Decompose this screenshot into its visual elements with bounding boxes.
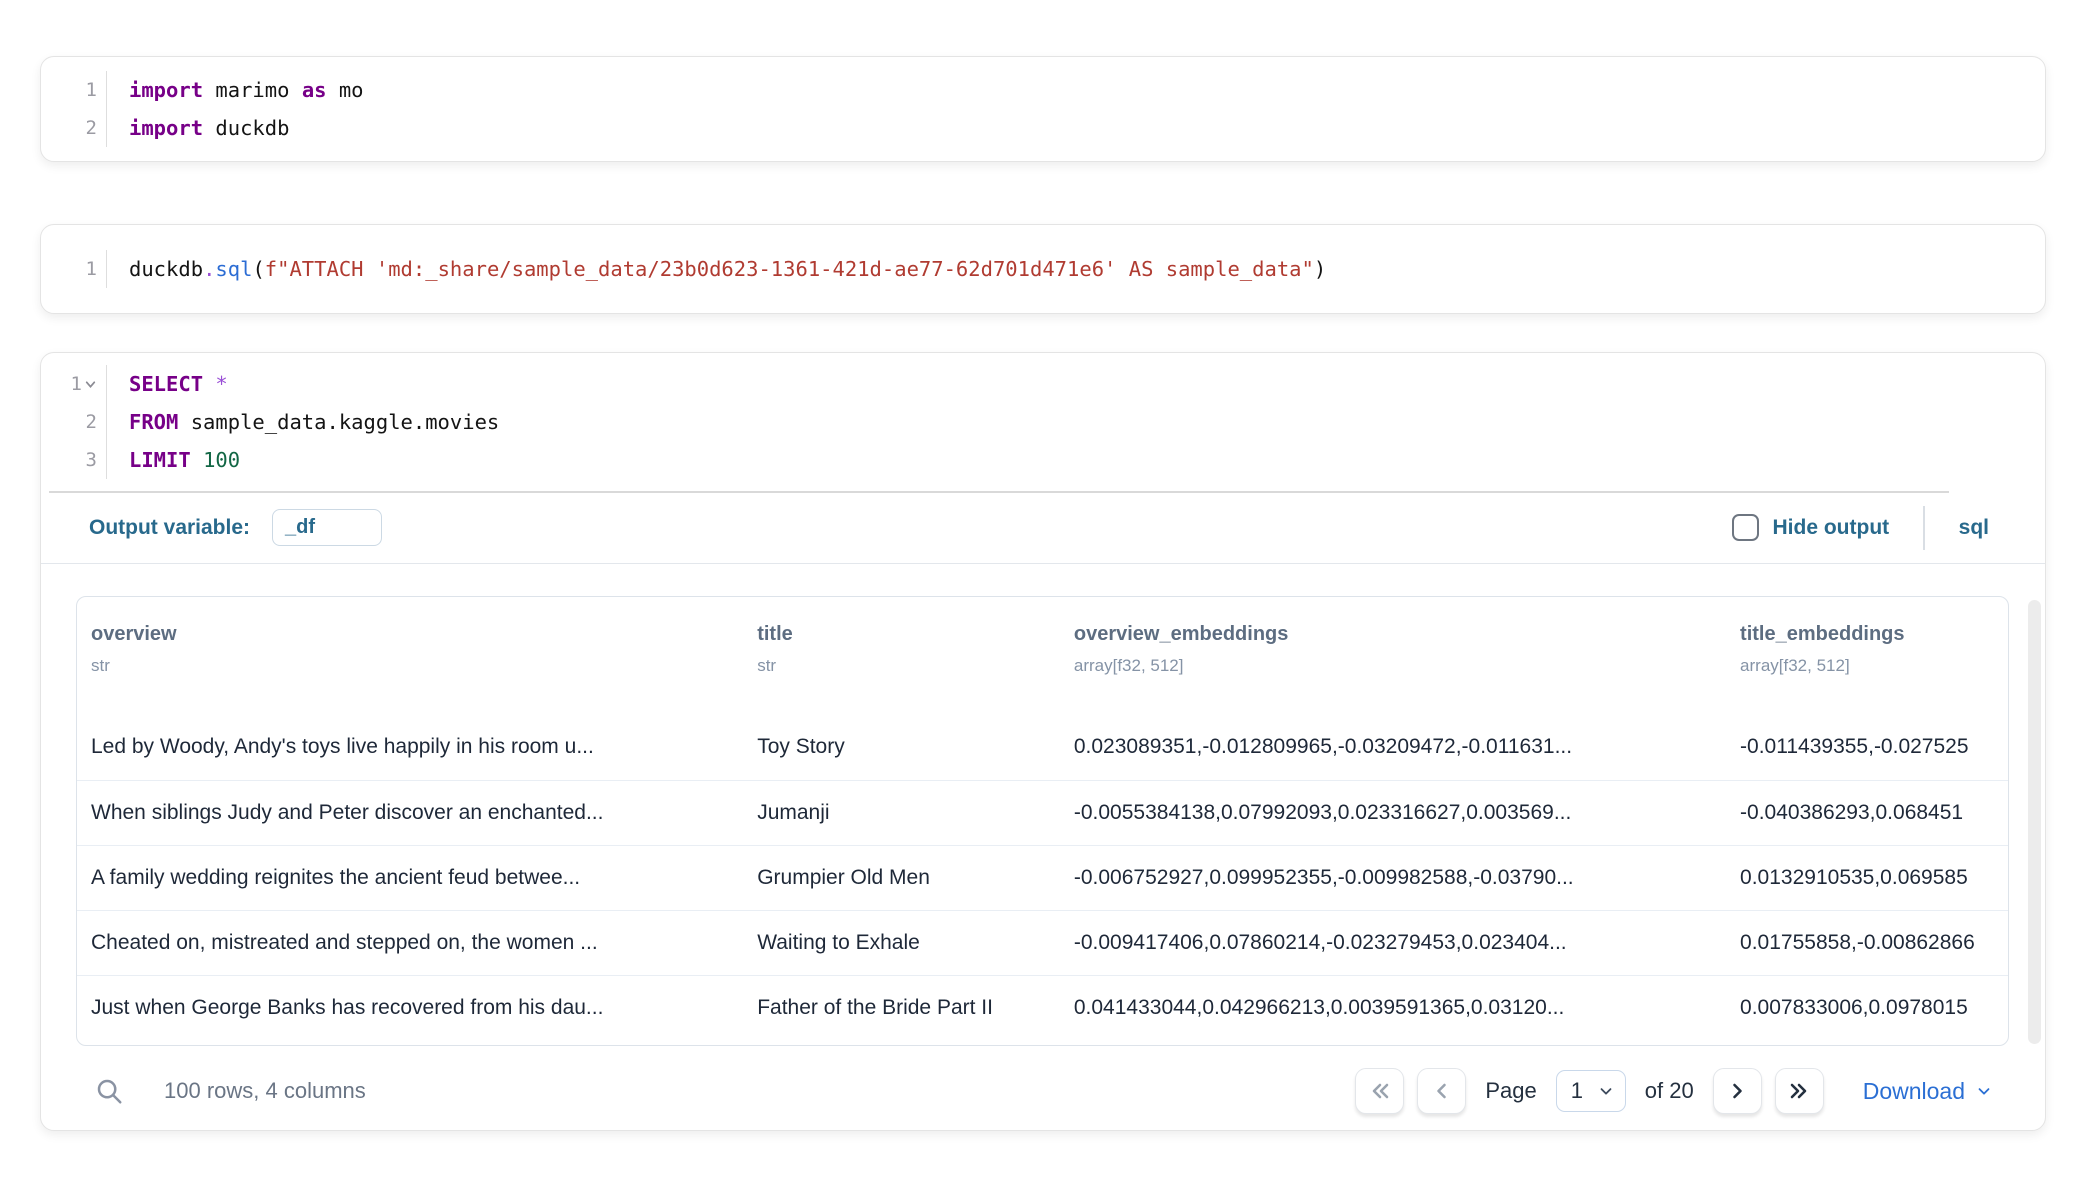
code-editor[interactable]: 1import marimo as mo2import duckdb bbox=[41, 57, 2045, 161]
table-cell: A family wedding reignites the ancient f… bbox=[77, 845, 743, 910]
table-header-row: overview str title str overview_embeddingsar… bbox=[77, 597, 2008, 715]
line-number: 1 bbox=[41, 250, 107, 288]
column-type: str bbox=[757, 656, 1054, 676]
code-line[interactable]: 1duckdb.sql(f"ATTACH 'md:_share/sample_d… bbox=[41, 250, 2045, 288]
chevron-down-icon bbox=[1975, 1082, 1993, 1100]
code-line[interactable]: 1import marimo as mo bbox=[41, 71, 2045, 109]
table-cell: Grumpier Old Men bbox=[743, 845, 1060, 910]
column-type: array[f32, 512] bbox=[1740, 656, 2002, 676]
search-icon[interactable] bbox=[92, 1074, 126, 1108]
dataframe-table: overview str title str overview_embeddingsar… bbox=[76, 596, 2009, 1046]
code-line[interactable]: 1SELECT * bbox=[41, 365, 2045, 403]
pagination: Page 1 of 20 bbox=[1355, 1068, 1993, 1114]
notebook: 1import marimo as mo2import duckdb 1duck… bbox=[0, 0, 2086, 1131]
code-cell-imports: 1import marimo as mo2import duckdb bbox=[40, 56, 2046, 162]
table-cell: -0.040386293,0.068451 bbox=[1726, 780, 2008, 845]
code-line[interactable]: 2FROM sample_data.kaggle.movies bbox=[41, 403, 2045, 441]
table-cell: 0.023089351,-0.012809965,-0.03209472,-0.… bbox=[1060, 715, 1726, 780]
cell-output: overview str title str overview_embeddingsar… bbox=[41, 564, 2045, 1130]
output-variable-label: Output variable: bbox=[89, 516, 250, 540]
table-row[interactable]: Cheated on, mistreated and stepped on, t… bbox=[77, 910, 2008, 975]
table-cell: 0.041433044,0.042966213,0.0039591365,0.0… bbox=[1060, 975, 1726, 1040]
hide-output-label[interactable]: Hide output bbox=[1773, 516, 1890, 540]
chevron-down-icon bbox=[1597, 1082, 1615, 1100]
output-variable-input[interactable]: _df bbox=[272, 509, 382, 546]
line-number: 2 bbox=[41, 109, 107, 147]
table-cell: -0.006752927,0.099952355,-0.009982588,-0… bbox=[1060, 845, 1726, 910]
download-button[interactable]: Download bbox=[1863, 1078, 1993, 1105]
vertical-scrollbar[interactable] bbox=[2028, 600, 2041, 1044]
line-number: 1 bbox=[41, 71, 107, 109]
code-text: import marimo as mo bbox=[107, 78, 364, 102]
column-header-title[interactable]: title str bbox=[743, 597, 1060, 715]
table-cell: 0.007833006,0.0978015 bbox=[1726, 975, 2008, 1040]
column-name: title_embeddings bbox=[1740, 623, 2002, 646]
line-number: 2 bbox=[41, 403, 107, 441]
page-select[interactable]: 1 bbox=[1556, 1070, 1626, 1112]
code-text: LIMIT 100 bbox=[107, 448, 240, 472]
page-select-value: 1 bbox=[1571, 1078, 1583, 1104]
code-text: FROM sample_data.kaggle.movies bbox=[107, 410, 499, 434]
code-editor[interactable]: 1SELECT *2FROM sample_data.kaggle.movies… bbox=[41, 353, 2045, 491]
table-body: Led by Woody, Andy's toys live happily i… bbox=[77, 715, 2008, 1040]
sql-language-button[interactable]: sql bbox=[1959, 516, 1989, 540]
last-page-button[interactable] bbox=[1775, 1068, 1824, 1114]
table-cell: Led by Woody, Andy's toys live happily i… bbox=[77, 715, 743, 780]
code-cell-attach: 1duckdb.sql(f"ATTACH 'md:_share/sample_d… bbox=[40, 224, 2046, 314]
table-cell: 0.0132910535,0.069585 bbox=[1726, 845, 2008, 910]
line-number: 1 bbox=[41, 365, 107, 403]
output-variable-bar: Output variable: _df Hide output sql bbox=[41, 493, 2045, 563]
table-footer: 100 rows, 4 columns Page bbox=[76, 1052, 2045, 1130]
page-label: Page bbox=[1485, 1078, 1536, 1104]
table-cell: Toy Story bbox=[743, 715, 1060, 780]
table-cell: Cheated on, mistreated and stepped on, t… bbox=[77, 910, 743, 975]
code-line[interactable]: 3LIMIT 100 bbox=[41, 441, 2045, 479]
code-text: SELECT * bbox=[107, 372, 228, 396]
table-cell: -0.009417406,0.07860214,-0.023279453,0.0… bbox=[1060, 910, 1726, 975]
table-cell: Jumanji bbox=[743, 780, 1060, 845]
table-cell: -0.011439355,-0.027525 bbox=[1726, 715, 2008, 780]
download-label: Download bbox=[1863, 1078, 1965, 1105]
row-count-status: 100 rows, 4 columns bbox=[164, 1078, 366, 1104]
sql-cell: 1SELECT *2FROM sample_data.kaggle.movies… bbox=[40, 352, 2046, 1131]
table-cell: Father of the Bride Part II bbox=[743, 975, 1060, 1040]
table-row[interactable]: Just when George Banks has recovered fro… bbox=[77, 975, 2008, 1040]
table-row[interactable]: A family wedding reignites the ancient f… bbox=[77, 845, 2008, 910]
table-cell: 0.01755858,-0.00862866 bbox=[1726, 910, 2008, 975]
column-header-overview[interactable]: overview str bbox=[77, 597, 743, 715]
column-name: title bbox=[757, 623, 1054, 646]
divider bbox=[1923, 506, 1925, 550]
table-row[interactable]: When siblings Judy and Peter discover an… bbox=[77, 780, 2008, 845]
column-type: array[f32, 512] bbox=[1074, 656, 1720, 676]
line-number: 3 bbox=[41, 441, 107, 479]
code-text: duckdb.sql(f"ATTACH 'md:_share/sample_da… bbox=[107, 257, 1326, 281]
table-cell: When siblings Judy and Peter discover an… bbox=[77, 780, 743, 845]
column-type: str bbox=[91, 656, 737, 676]
table-cell: -0.0055384138,0.07992093,0.023316627,0.0… bbox=[1060, 780, 1726, 845]
code-editor[interactable]: 1duckdb.sql(f"ATTACH 'md:_share/sample_d… bbox=[41, 225, 2045, 313]
table-cell: Just when George Banks has recovered fro… bbox=[77, 975, 743, 1040]
column-header-overview_embeddings[interactable]: overview_embeddings array[f32, 512] bbox=[1060, 597, 1726, 715]
table-cell: Waiting to Exhale bbox=[743, 910, 1060, 975]
previous-page-button[interactable] bbox=[1417, 1068, 1466, 1114]
column-name: overview_embeddings bbox=[1074, 623, 1720, 646]
table-row[interactable]: Led by Woody, Andy's toys live happily i… bbox=[77, 715, 2008, 780]
code-text: import duckdb bbox=[107, 116, 289, 140]
column-name: overview bbox=[91, 623, 737, 646]
hide-output-checkbox[interactable] bbox=[1732, 514, 1759, 541]
next-page-button[interactable] bbox=[1713, 1068, 1762, 1114]
first-page-button[interactable] bbox=[1355, 1068, 1404, 1114]
fold-chevron-icon[interactable] bbox=[84, 378, 97, 391]
total-pages-label: of 20 bbox=[1645, 1078, 1694, 1104]
code-line[interactable]: 2import duckdb bbox=[41, 109, 2045, 147]
column-header-title_embeddings[interactable]: title_embeddings array[f32, 512] bbox=[1726, 597, 2008, 715]
